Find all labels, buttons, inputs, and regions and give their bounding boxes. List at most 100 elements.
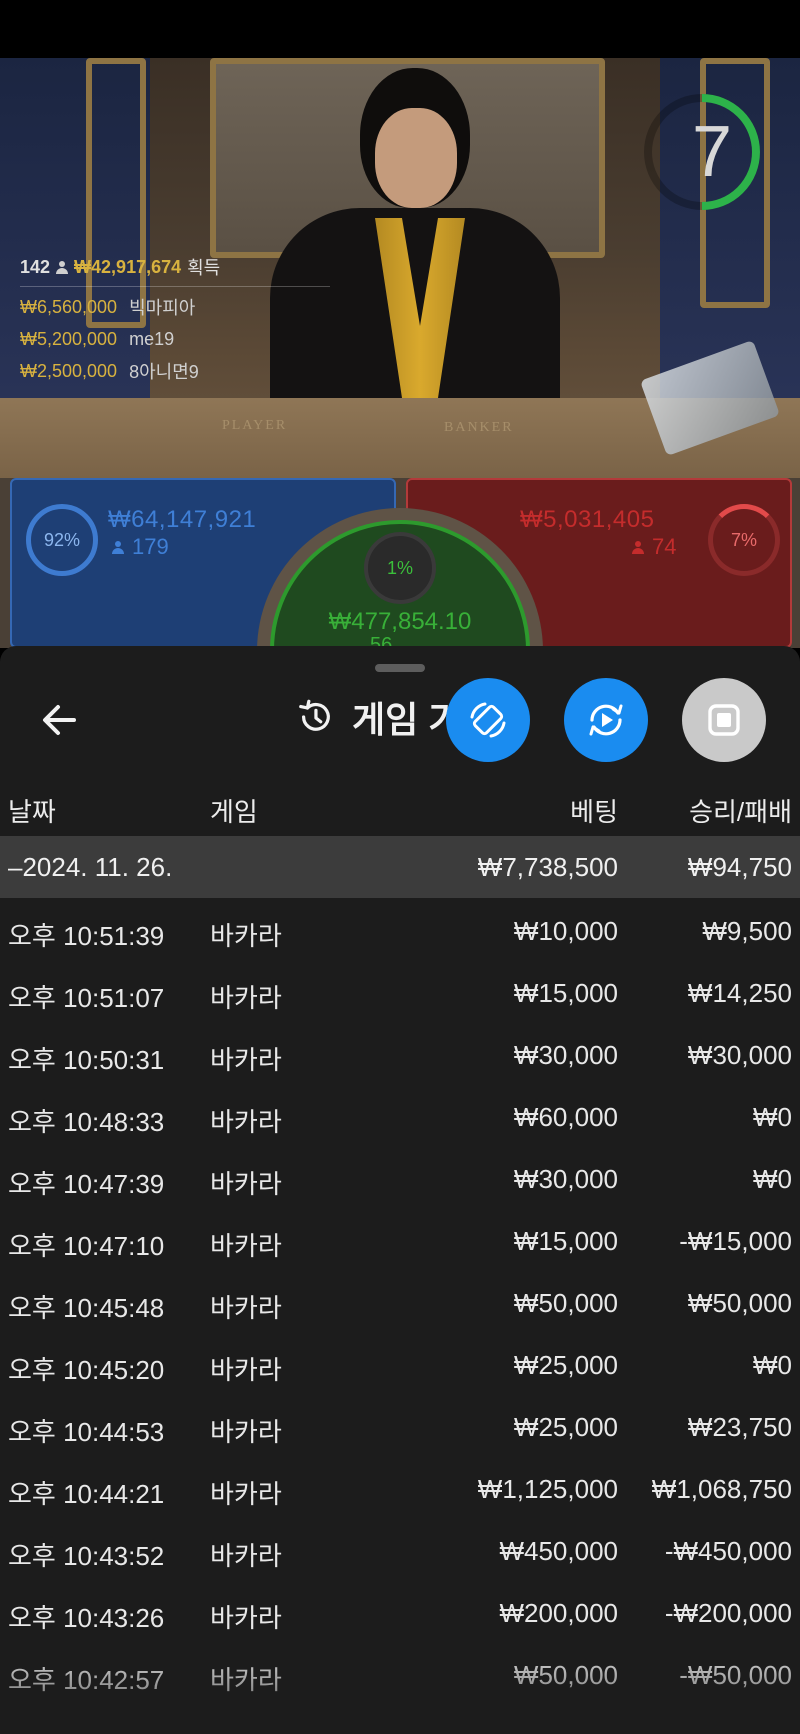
history-rows: 오후 10:51:39 바카라 ₩10,000 ₩9,500 오후 10:51:07 바… (0, 898, 800, 1704)
row-result: -₩50,000 (679, 1660, 792, 1690)
player-bet-amount: ₩64,147,921 (108, 506, 257, 533)
table-row[interactable]: 오후 10:51:07 바카라 ₩15,000 ₩14,250 (0, 960, 800, 1022)
row-bet: ₩25,000 (513, 1412, 618, 1442)
sheet-title: 게임 기 (296, 690, 461, 744)
winner-amount: ₩5,200,000 (20, 328, 118, 349)
date-group-row[interactable]: –2024. 11. 26. ₩7,738,500 ₩94,750 (0, 836, 800, 898)
live-video-feed: PLAYER BANKER 7 142 ₩42,917,674 획득 ₩6,56… (0, 58, 800, 478)
row-result: -₩450,000 (664, 1536, 792, 1566)
winner-amount: ₩2,500,000 (20, 360, 118, 381)
row-bet: ₩30,000 (513, 1040, 618, 1070)
row-game: 바카라 (210, 983, 282, 1013)
row-bet: ₩1,125,000 (477, 1474, 618, 1504)
table-row[interactable]: 오후 10:45:48 바카라 ₩50,000 ₩50,000 (0, 1270, 800, 1332)
winner-row: ₩6,560,000 빅마피아 (20, 291, 330, 323)
player-percent: 92% (43, 530, 81, 550)
player-bettors-count: 179 (132, 534, 169, 559)
game-history-sheet: 게임 기 날짜 게임 베팅 승리/패배 –2024. 11. 26. ₩7,73… (0, 646, 800, 1734)
person-icon (112, 541, 124, 554)
table-row[interactable]: 오후 10:47:10 바카라 ₩15,000 -₩15,000 (0, 1208, 800, 1270)
table-row[interactable]: 오후 10:48:33 바카라 ₩60,000 ₩0 (0, 1084, 800, 1146)
column-header-result: 승리/패배 (689, 797, 792, 827)
row-game: 바카라 (210, 1665, 282, 1695)
row-result: ₩9,500 (702, 916, 792, 946)
timer-value: 7 (691, 112, 732, 192)
winner-name: me19 (129, 328, 175, 349)
row-result: ₩0 (753, 1350, 792, 1380)
sheet-drag-handle[interactable] (375, 664, 425, 672)
row-result: ₩50,000 (687, 1288, 792, 1318)
rotate-device-icon (470, 702, 506, 738)
row-time: 오후 10:42:57 (8, 1665, 165, 1695)
tie-percent-ring: 1% (364, 532, 436, 604)
row-game: 바카라 (210, 1107, 282, 1137)
row-time: 오후 10:48:33 (8, 1107, 165, 1137)
row-game: 바카라 (210, 1169, 282, 1199)
row-result: ₩1,068,750 (651, 1474, 792, 1504)
table-row[interactable]: 오후 10:43:52 바카라 ₩450,000 -₩450,000 (0, 1518, 800, 1580)
row-bet: ₩15,000 (513, 1226, 618, 1256)
row-bet: ₩50,000 (513, 1660, 618, 1690)
row-time: 오후 10:51:07 (8, 983, 165, 1013)
row-result: ₩0 (753, 1164, 792, 1194)
rotate-device-button[interactable] (446, 678, 530, 762)
banker-bet-amount: ₩5,031,405 (520, 506, 655, 533)
row-game: 바카라 (210, 1231, 282, 1261)
banker-percent-ring: 7% (708, 504, 780, 576)
row-bet: ₩60,000 (513, 1102, 618, 1132)
row-time: 오후 10:43:52 (8, 1541, 165, 1571)
player-percent-ring: 92% (26, 504, 98, 576)
back-button[interactable] (36, 696, 84, 744)
banker-bettors: 74 (632, 534, 676, 560)
table-row[interactable]: 오후 10:45:20 바카라 ₩25,000 ₩0 (0, 1332, 800, 1394)
row-result: -₩15,000 (679, 1226, 792, 1256)
table-row[interactable]: 오후 10:44:53 바카라 ₩25,000 ₩23,750 (0, 1394, 800, 1456)
row-bet: ₩450,000 (499, 1536, 618, 1566)
tie-bet-amount: ₩477,854.10 (328, 608, 472, 635)
row-game: 바카라 (210, 921, 282, 951)
row-result: -₩200,000 (664, 1598, 792, 1628)
row-result: ₩30,000 (687, 1040, 792, 1070)
winners-list: 142 ₩42,917,674 획득 ₩6,560,000 빅마피아 ₩5,20… (20, 254, 330, 387)
table-header: 날짜 게임 베팅 승리/패배 (0, 776, 800, 834)
banker-percent: 7% (730, 530, 757, 550)
stop-icon (708, 704, 740, 736)
winner-name: 빅마피아 (129, 298, 196, 318)
winners-count: 142 (20, 256, 51, 277)
column-header-date: 날짜 (8, 797, 56, 827)
row-bet: ₩15,000 (513, 978, 618, 1008)
row-result: ₩0 (753, 1102, 792, 1132)
row-game: 바카라 (210, 1355, 282, 1385)
countdown-timer: 7 (640, 90, 764, 214)
winner-name: 8아니면9 (129, 362, 199, 382)
winner-row: ₩5,200,000 me19 (20, 323, 330, 355)
table-row[interactable]: 오후 10:51:39 바카라 ₩10,000 ₩9,500 (0, 898, 800, 960)
row-game: 바카라 (210, 1479, 282, 1509)
winner-amount: ₩6,560,000 (20, 296, 118, 317)
row-time: 오후 10:50:31 (8, 1045, 165, 1075)
table-row[interactable]: 오후 10:42:57 바카라 ₩50,000 -₩50,000 (0, 1642, 800, 1704)
table-label-banker: BANKER (444, 420, 514, 435)
row-game: 바카라 (210, 1417, 282, 1447)
replay-video-button[interactable] (564, 678, 648, 762)
player-bettors: 179 (112, 534, 169, 560)
table-row[interactable]: 오후 10:47:39 바카라 ₩30,000 ₩0 (0, 1146, 800, 1208)
group-bet-total: ₩7,738,500 (477, 852, 618, 882)
tie-percent: 1% (386, 558, 413, 578)
table-row[interactable]: 오후 10:43:26 바카라 ₩200,000 -₩200,000 (0, 1580, 800, 1642)
betting-area: 92% ₩64,147,921 179 ₩5,031,405 74 7% 1% … (0, 478, 800, 794)
row-time: 오후 10:44:21 (8, 1479, 165, 1509)
row-result: ₩14,250 (687, 978, 792, 1008)
row-game: 바카라 (210, 1045, 282, 1075)
winners-label: 획득 (187, 258, 221, 278)
row-bet: ₩200,000 (499, 1598, 618, 1628)
stop-button[interactable] (682, 678, 766, 762)
page-title: 게임 기 (352, 699, 462, 740)
table-row[interactable]: 오후 10:50:31 바카라 ₩30,000 ₩30,000 (0, 1022, 800, 1084)
row-bet: ₩10,000 (513, 916, 618, 946)
row-result: ₩23,750 (687, 1412, 792, 1442)
winners-total: 142 ₩42,917,674 획득 (20, 254, 330, 287)
row-time: 오후 10:47:39 (8, 1169, 165, 1199)
row-bet: ₩30,000 (513, 1164, 618, 1194)
table-row[interactable]: 오후 10:44:21 바카라 ₩1,125,000 ₩1,068,750 (0, 1456, 800, 1518)
